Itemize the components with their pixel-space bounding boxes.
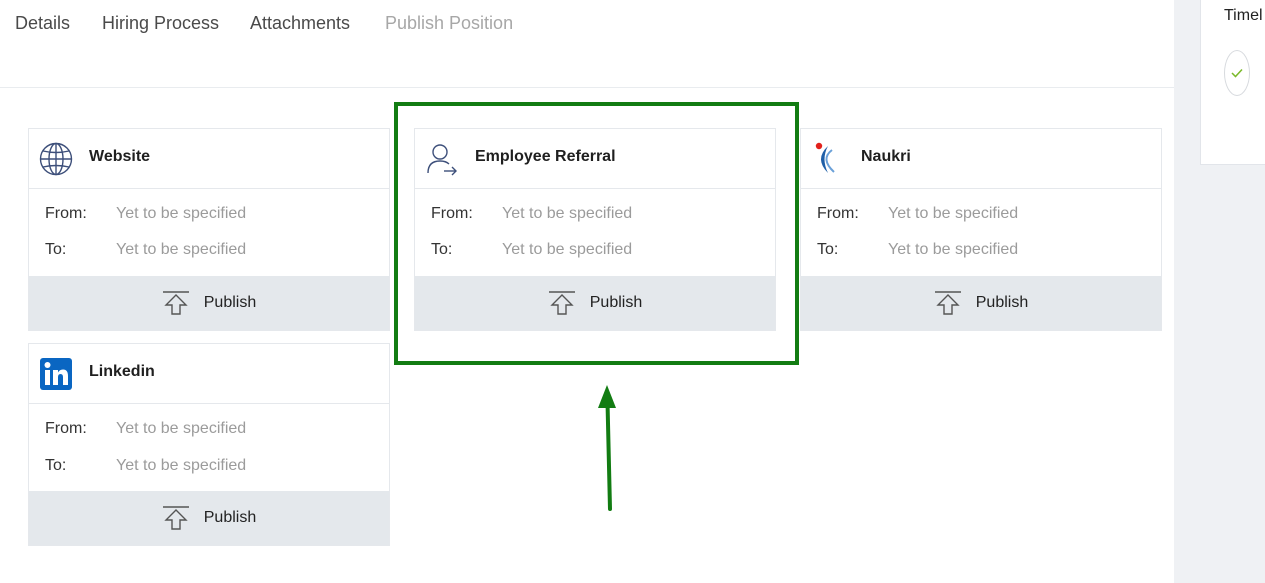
channel-name: Website <box>89 148 151 165</box>
publish-label: Publish <box>975 294 1029 311</box>
channel-card-website: Website From: Yet to be specified To: Yet … <box>28 128 390 331</box>
card-header: Website <box>29 129 389 189</box>
from-row: From: Yet to be specified <box>45 205 246 223</box>
upload-icon <box>162 291 189 315</box>
globe-icon <box>39 142 73 176</box>
tab-attachments[interactable]: Attachments <box>250 13 350 34</box>
to-value: Yet to be specified <box>116 241 247 258</box>
to-row: To: Yet to be specified <box>817 241 1018 259</box>
timeline-panel: Timel <box>1200 0 1265 165</box>
publish-button-linkedin[interactable]: Publish <box>29 491 389 545</box>
channel-name: Linkedin <box>89 363 155 380</box>
to-row: To: Yet to be specified <box>45 457 246 475</box>
to-label: To: <box>45 457 67 474</box>
publish-label: Publish <box>203 509 257 526</box>
from-label: From: <box>817 205 859 222</box>
card-header: Linkedin <box>29 344 389 404</box>
tab-details[interactable]: Details <box>15 13 70 34</box>
publish-label: Publish <box>203 294 257 311</box>
from-label: From: <box>45 420 87 437</box>
upload-icon <box>934 291 961 315</box>
channel-name: Naukri <box>861 148 911 165</box>
from-value: Yet to be specified <box>116 420 247 437</box>
naukri-logo-icon <box>815 142 835 173</box>
publish-button-website[interactable]: Publish <box>29 276 389 330</box>
from-row: From: Yet to be specified <box>45 420 246 438</box>
linkedin-logo-icon <box>40 358 72 390</box>
card-header: Naukri <box>801 129 1161 189</box>
publish-position-page: Details Hiring Process Attachments Publi… <box>0 0 1265 583</box>
to-row: To: Yet to be specified <box>45 241 246 259</box>
publish-button-naukri[interactable]: Publish <box>801 276 1161 330</box>
channel-card-naukri: Naukri From: Yet to be specified To: Yet t… <box>800 128 1162 331</box>
to-value: Yet to be specified <box>116 457 247 474</box>
annotation-arrow-icon <box>598 385 616 511</box>
checkmark-icon <box>1231 68 1243 78</box>
to-value: Yet to be specified <box>888 241 1019 258</box>
highlight-box <box>394 102 799 365</box>
timeline-title: Timel <box>1224 7 1263 24</box>
upload-icon <box>162 506 189 530</box>
from-row: From: Yet to be specified <box>817 205 1018 223</box>
tab-hiring-process[interactable]: Hiring Process <box>102 13 219 34</box>
from-label: From: <box>45 205 87 222</box>
tab-publish-position[interactable]: Publish Position <box>385 13 513 34</box>
from-value: Yet to be specified <box>888 205 1019 222</box>
to-label: To: <box>45 241 67 258</box>
timeline-step <box>1224 50 1250 96</box>
from-value: Yet to be specified <box>116 205 247 222</box>
channel-card-linkedin: Linkedin From: Yet to be specified To: Yet… <box>28 343 390 546</box>
to-label: To: <box>817 241 839 258</box>
tab-bar: Details Hiring Process Attachments Publi… <box>0 0 1174 88</box>
